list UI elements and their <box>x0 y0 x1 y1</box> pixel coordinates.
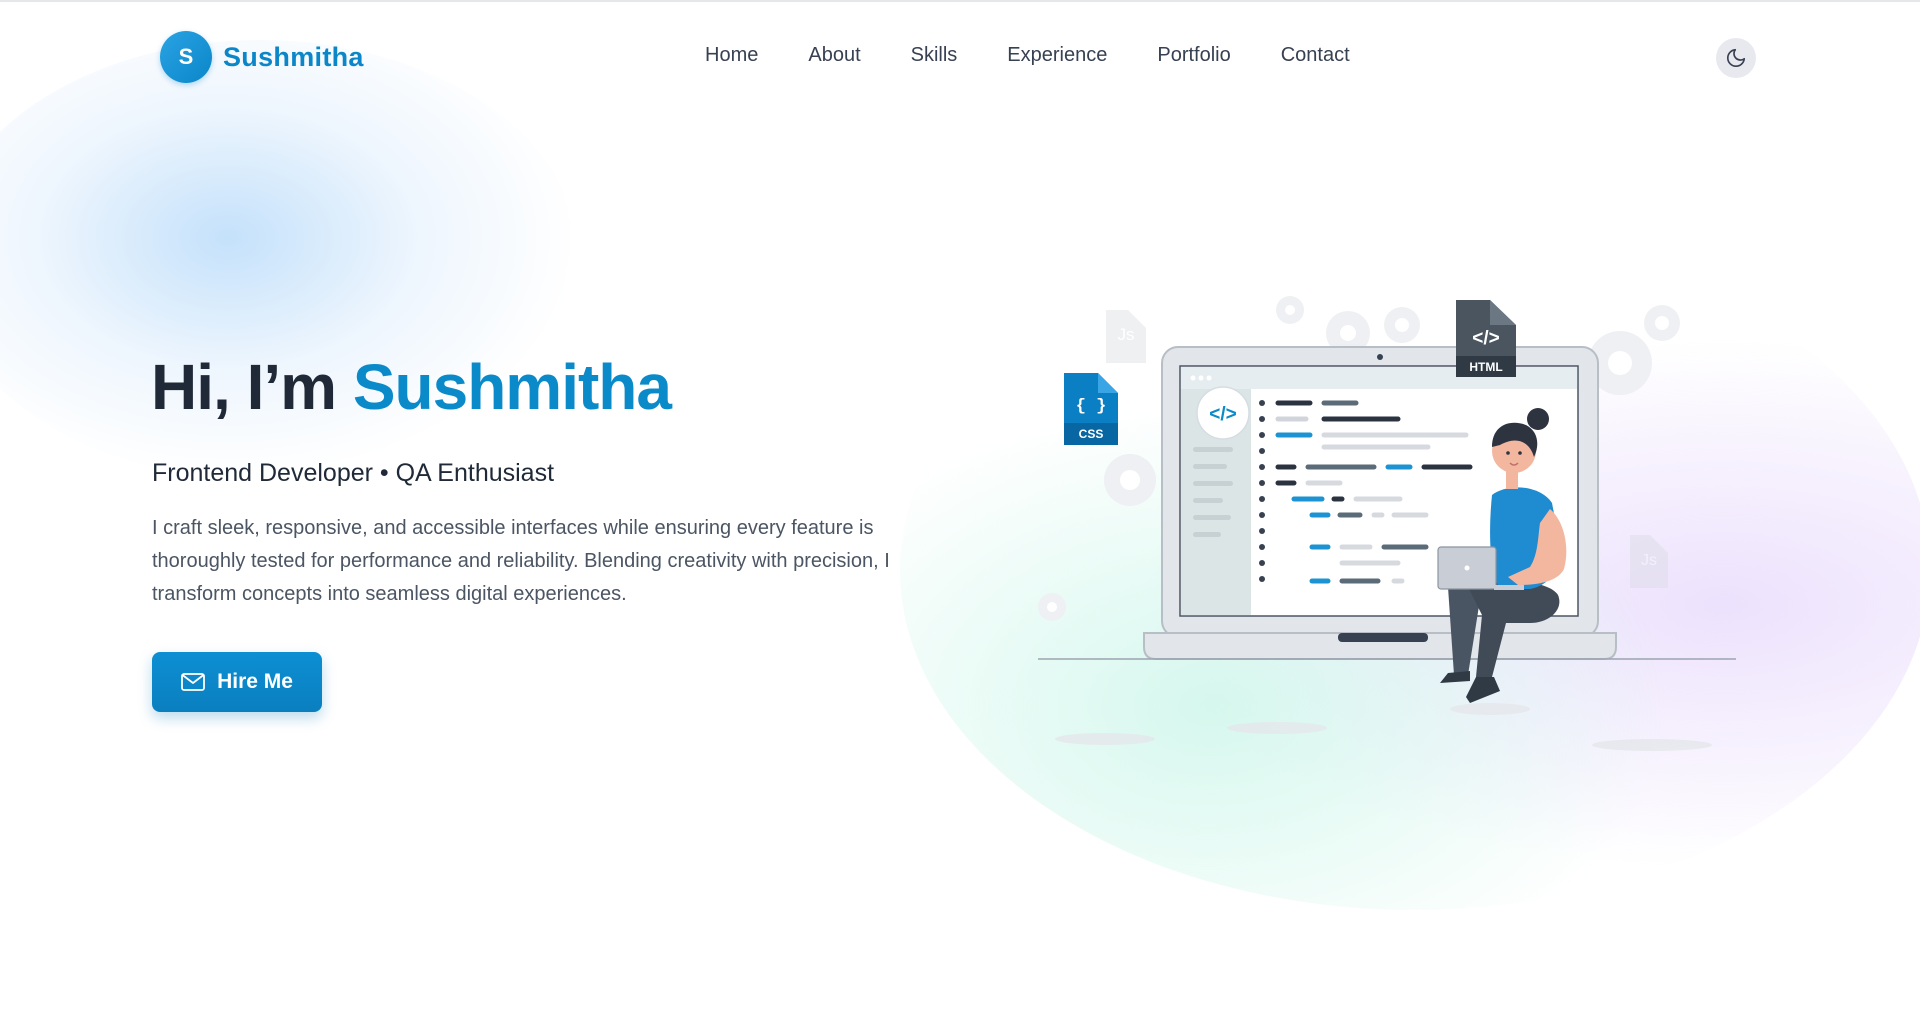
code-icon: </> <box>1209 404 1236 425</box>
svg-text:HTML: HTML <box>1469 360 1502 374</box>
hero-title: Hi, I’m Sushmitha <box>151 350 672 424</box>
nav-link-portfolio[interactable]: Portfolio <box>1157 44 1230 67</box>
svg-text:{ }: { } <box>1076 397 1107 416</box>
nav-links: Home About Skills Experience Portfolio C… <box>705 44 1350 67</box>
hero-description: I craft sleek, responsive, and accessibl… <box>152 517 890 605</box>
hero-subtitle: Frontend Developer • QA Enthusiast <box>152 459 555 487</box>
nav-link-skills[interactable]: Skills <box>911 44 958 67</box>
nav-link-contact[interactable]: Contact <box>1281 44 1350 67</box>
nav-link-experience[interactable]: Experience <box>1007 44 1107 67</box>
nav-link-about[interactable]: About <box>808 44 860 67</box>
svg-text:CSS: CSS <box>1079 427 1104 441</box>
logo-badge: S <box>160 31 212 83</box>
html-file-icon: </> HTML <box>1456 300 1516 377</box>
mail-icon <box>181 673 205 691</box>
moon-icon <box>1726 48 1746 68</box>
logo[interactable]: S Sushmitha <box>160 31 364 83</box>
hire-me-label: Hire Me <box>217 670 293 693</box>
developer-illustration: Js Js </> {} CSS </> HTML <box>1038 296 1736 751</box>
hero-greeting: Hi, I’m <box>151 351 337 423</box>
svg-text:Js: Js <box>1118 325 1135 344</box>
navbar: S Sushmitha Home About Skills Experience… <box>0 0 1920 116</box>
js-file-icon-right: Js <box>1630 535 1668 588</box>
theme-toggle-button[interactable] <box>1716 38 1756 78</box>
svg-text:Js: Js <box>1641 552 1657 569</box>
svg-text:</>: </> <box>1472 328 1499 349</box>
hero-name: Sushmitha <box>352 351 672 423</box>
logo-text: Sushmitha <box>223 41 364 72</box>
hire-me-button[interactable]: Hire Me <box>152 652 322 712</box>
css-file-icon: { } CSS <box>1064 373 1118 445</box>
js-file-icon: Js <box>1106 310 1146 363</box>
nav-link-home[interactable]: Home <box>705 44 758 67</box>
